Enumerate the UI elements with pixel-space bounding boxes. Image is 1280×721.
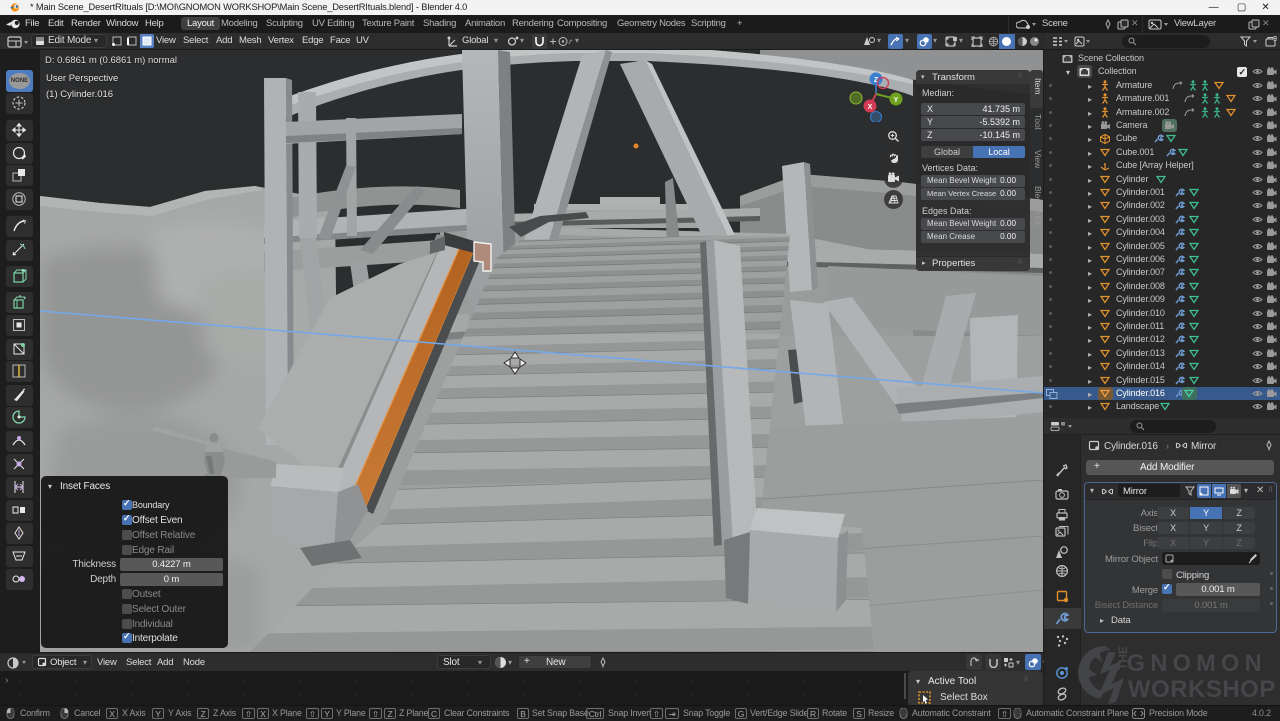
svg-text:WORKSHOP: WORKSHOP [1128,676,1276,703]
svg-text:GNOMON: GNOMON [1127,650,1267,678]
